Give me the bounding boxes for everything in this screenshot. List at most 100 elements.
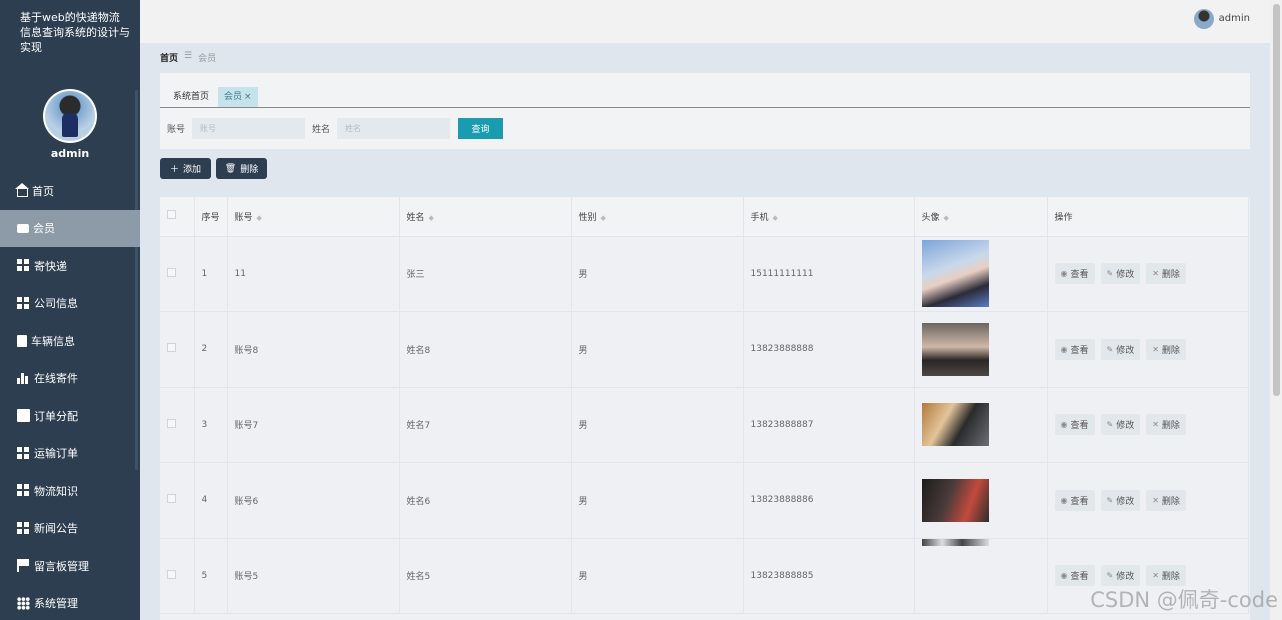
flag-icon xyxy=(17,559,30,573)
edit-button[interactable]: ✎ 修改 xyxy=(1100,414,1141,436)
view-button[interactable]: ◉ 查看 xyxy=(1054,565,1095,587)
view-label: 查看 xyxy=(1070,421,1089,432)
view-label: 查看 xyxy=(1070,572,1089,583)
nav-item-send-express[interactable]: 寄快递 xyxy=(0,247,140,285)
sidebar-nav: 首页 会员 寄快递 公司信息 车辆信息 在线寄件 订单分配 运输订单 物流知识 … xyxy=(0,172,140,620)
header-name[interactable]: 姓名 ◆ xyxy=(399,197,572,237)
members-table: 序号 账号 ◆ 姓名 ◆ 性别 ◆ 手机 ◆ 头像 ◆ 操作 1 11 张三 男 1511… xyxy=(160,197,1250,620)
cell-index: 1 xyxy=(194,236,228,312)
sort-icon[interactable]: ◆ xyxy=(601,214,606,222)
cell-ops: ◉ 查看 ✎ 修改 ✕ 删除 xyxy=(1047,462,1249,539)
row-checkbox[interactable] xyxy=(167,343,176,353)
row-select-cell xyxy=(160,311,195,388)
add-button[interactable]: ＋ 添加 xyxy=(160,158,211,179)
row-delete-button[interactable]: ✕ 删除 xyxy=(1146,414,1186,436)
row-select-cell xyxy=(160,387,195,463)
edit-label: 修改 xyxy=(1116,572,1135,583)
grid-icon xyxy=(17,296,30,310)
edit-button[interactable]: ✎ 修改 xyxy=(1100,489,1141,511)
header-label: 手机 xyxy=(750,212,769,223)
nav-item-vehicle-info[interactable]: 车辆信息 xyxy=(0,322,140,360)
delete-label: 删除 xyxy=(240,165,259,175)
row-delete-button[interactable]: ✕ 删除 xyxy=(1146,489,1186,511)
nav-item-system-admin[interactable]: 系统管理 xyxy=(0,585,140,620)
header-label: 性别 xyxy=(578,212,597,223)
table-row: 4 账号6 姓名6 男 13823888886 ◉ 查看 ✎ 修改 ✕ 删除 xyxy=(160,462,1249,539)
sort-icon[interactable]: ◆ xyxy=(429,214,434,222)
view-button[interactable]: ◉ 查看 xyxy=(1054,489,1095,511)
row-checkbox[interactable] xyxy=(167,267,176,277)
delete-label: 删除 xyxy=(1161,345,1180,356)
nav-label: 运输订单 xyxy=(34,447,78,461)
cell-account: 账号7 xyxy=(227,387,400,463)
nav-item-members[interactable]: 会员 xyxy=(0,209,140,247)
query-button[interactable]: 查询 xyxy=(458,118,504,139)
search-bar: 账号 姓名 查询 xyxy=(167,118,504,139)
nav-item-home[interactable]: 首页 xyxy=(0,172,140,210)
row-checkbox[interactable] xyxy=(167,569,176,579)
close-icon[interactable]: × xyxy=(244,92,252,102)
scrollbar-thumb[interactable] xyxy=(1273,4,1280,396)
nav-label: 留言板管理 xyxy=(34,559,89,573)
view-label: 查看 xyxy=(1070,270,1089,281)
nav-item-company-info[interactable]: 公司信息 xyxy=(0,285,140,323)
nav-label: 车辆信息 xyxy=(31,334,75,348)
row-checkbox[interactable] xyxy=(167,418,176,428)
row-delete-button[interactable]: ✕ 删除 xyxy=(1146,263,1186,285)
cell-gender: 男 xyxy=(571,236,744,312)
header-account[interactable]: 账号 ◆ xyxy=(227,197,400,237)
top-username[interactable]: admin xyxy=(1219,13,1250,24)
select-all-checkbox[interactable] xyxy=(167,210,176,220)
cell-gender: 男 xyxy=(571,311,744,388)
header-label: 姓名 xyxy=(406,212,425,223)
account-input[interactable] xyxy=(192,118,306,139)
avatar-image xyxy=(45,91,95,141)
cell-name: 姓名6 xyxy=(399,462,572,539)
table-row: 1 11 张三 男 15111111111 ◉ 查看 ✎ 修改 ✕ 删除 xyxy=(160,236,1249,312)
top-bar: admin xyxy=(140,0,1270,43)
header-gender[interactable]: 性别 ◆ xyxy=(571,197,744,237)
table-row: 3 账号7 姓名7 男 13823888887 ◉ 查看 ✎ 修改 ✕ 删除 xyxy=(160,387,1249,463)
tab-system-home[interactable]: 系统首页 xyxy=(170,87,212,107)
view-button[interactable]: ◉ 查看 xyxy=(1054,338,1095,360)
edit-button[interactable]: ✎ 修改 xyxy=(1100,263,1141,285)
cell-avatar xyxy=(914,462,1048,539)
name-input[interactable] xyxy=(337,118,451,139)
nav-item-logistics-knowledge[interactable]: 物流知识 xyxy=(0,472,140,510)
delete-button[interactable]: 🗑 删除 xyxy=(216,158,267,179)
sort-icon[interactable]: ◆ xyxy=(944,214,949,222)
row-checkbox[interactable] xyxy=(167,494,176,504)
view-button[interactable]: ◉ 查看 xyxy=(1054,263,1095,285)
sort-icon[interactable]: ◆ xyxy=(773,214,778,222)
member-photo[interactable] xyxy=(921,240,989,308)
row-select-cell xyxy=(160,236,195,312)
header-label: 头像 xyxy=(921,212,940,223)
header-phone[interactable]: 手机 ◆ xyxy=(743,197,915,237)
page-scrollbar[interactable] xyxy=(1270,0,1282,620)
view-button[interactable]: ◉ 查看 xyxy=(1054,414,1095,436)
nav-item-message-board[interactable]: 留言板管理 xyxy=(0,547,140,585)
sort-icon[interactable]: ◆ xyxy=(257,214,262,222)
clipboard-icon xyxy=(17,334,27,347)
cell-ops: ◉ 查看 ✎ 修改 ✕ 删除 xyxy=(1047,236,1249,312)
user-avatar[interactable] xyxy=(1194,9,1214,29)
breadcrumb-home[interactable]: 首页 xyxy=(160,51,178,64)
nav-item-order-assign[interactable]: 订单分配 xyxy=(0,397,140,435)
member-photo[interactable] xyxy=(921,322,989,376)
header-avatar[interactable]: 头像 ◆ xyxy=(914,197,1048,237)
grid-icon xyxy=(17,259,30,273)
cell-index: 4 xyxy=(194,462,228,539)
nav-item-transport-orders[interactable]: 运输订单 xyxy=(0,435,140,473)
nav-item-online-shipping[interactable]: 在线寄件 xyxy=(0,360,140,398)
cell-phone: 13823888887 xyxy=(743,387,915,463)
cell-name: 姓名7 xyxy=(399,387,572,463)
cell-gender: 男 xyxy=(571,462,744,539)
member-photo[interactable] xyxy=(921,478,989,522)
row-delete-button[interactable]: ✕ 删除 xyxy=(1146,338,1186,360)
nav-item-news[interactable]: 新闻公告 xyxy=(0,510,140,548)
member-photo[interactable] xyxy=(921,537,989,546)
tab-members[interactable]: 会员 × xyxy=(218,87,258,107)
edit-button[interactable]: ✎ 修改 xyxy=(1100,338,1141,360)
grid-icon xyxy=(17,521,30,535)
member-photo[interactable] xyxy=(921,403,989,447)
